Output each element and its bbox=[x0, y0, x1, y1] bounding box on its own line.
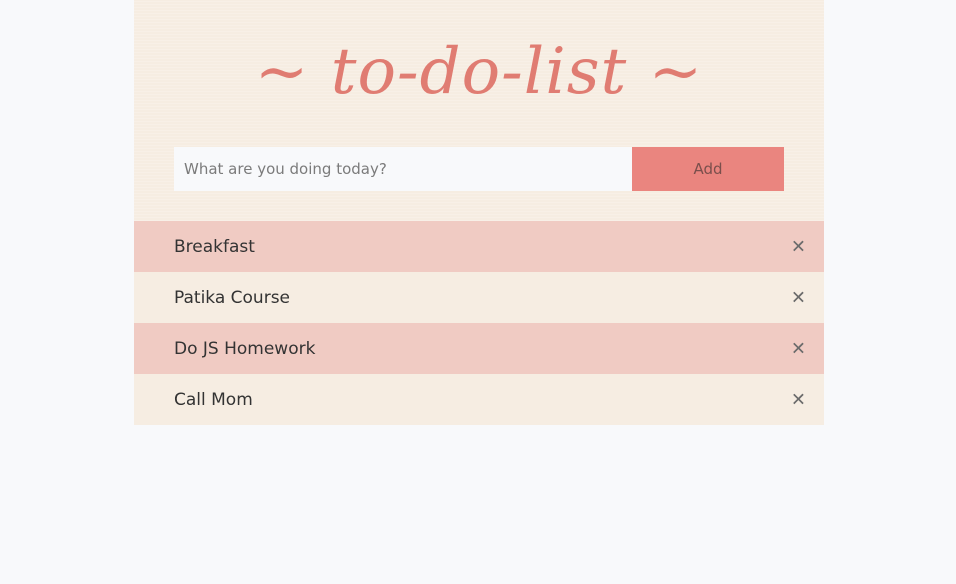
task-label: Patika Course bbox=[174, 287, 291, 308]
page-title: ~ to-do-list ~ bbox=[254, 35, 704, 109]
close-icon[interactable]: ✕ bbox=[791, 236, 806, 257]
add-button[interactable]: Add bbox=[632, 147, 784, 191]
task-label: Call Mom bbox=[174, 389, 253, 410]
task-label: Do JS Homework bbox=[174, 338, 316, 359]
close-icon[interactable]: ✕ bbox=[791, 338, 806, 359]
add-task-form: Add bbox=[174, 147, 784, 191]
task-label: Breakfast bbox=[174, 236, 255, 257]
close-icon[interactable]: ✕ bbox=[791, 389, 806, 410]
list-item[interactable]: Patika Course ✕ bbox=[134, 272, 824, 323]
todo-app: ~ to-do-list ~ Add Breakfast ✕ Patika Co… bbox=[134, 0, 824, 425]
close-icon[interactable]: ✕ bbox=[791, 287, 806, 308]
task-list: Breakfast ✕ Patika Course ✕ Do JS Homewo… bbox=[134, 221, 824, 425]
list-item[interactable]: Breakfast ✕ bbox=[134, 221, 824, 272]
task-input[interactable] bbox=[174, 147, 632, 191]
list-item[interactable]: Call Mom ✕ bbox=[134, 374, 824, 425]
list-item[interactable]: Do JS Homework ✕ bbox=[134, 323, 824, 374]
